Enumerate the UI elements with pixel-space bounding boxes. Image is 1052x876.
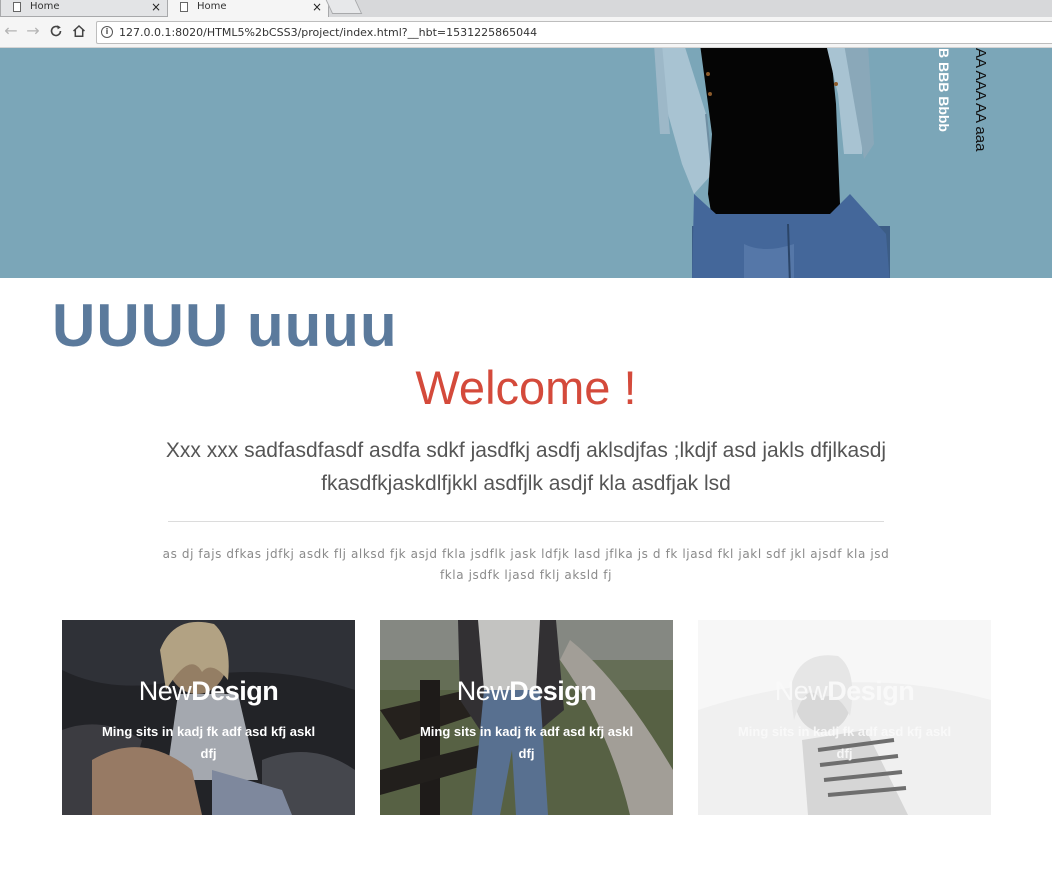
browser-toolbar: ← → i 127.0.0.1:8020/HTML5%2bCSS3/projec… (0, 17, 1052, 48)
card-photo-2 (380, 620, 673, 815)
lead-paragraph: Xxx xxx sadfasdfasdf asdfa sdkf jasdfkj … (165, 439, 887, 495)
card-photo-1 (62, 620, 355, 815)
card-title: NewDesign (62, 674, 355, 708)
new-tab-button[interactable] (325, 0, 363, 14)
tab-title: Home (197, 1, 227, 12)
welcome-text: Welcome ! (415, 361, 637, 414)
card-title-bold: Design (509, 676, 597, 706)
address-bar[interactable]: i 127.0.0.1:8020/HTML5%2bCSS3/project/in… (96, 21, 1052, 44)
card-photo-3 (698, 620, 991, 815)
hero-banner: B BBB Bbbb AA AAA AA aaa (0, 48, 1052, 278)
card-description: Ming sits in kadj fk adf asd kfj askl df… (101, 724, 316, 761)
back-arrow-icon[interactable]: ← (0, 20, 22, 42)
reload-icon[interactable] (45, 20, 67, 42)
card-title-light: New (138, 676, 192, 706)
big-title: UUUU uuuu (52, 292, 398, 359)
close-icon[interactable]: × (151, 0, 161, 14)
card-description: Ming sits in kadj fk adf asd kfj askl df… (737, 724, 952, 761)
model-photo (654, 48, 890, 278)
design-card-1[interactable]: NewDesign Ming sits in kadj fk adf asd k… (62, 620, 355, 815)
forward-arrow-icon[interactable]: → (22, 20, 44, 42)
vertical-text-bold: B BBB Bbbb (936, 48, 952, 132)
card-title: NewDesign (380, 674, 673, 708)
card-title: NewDesign (698, 674, 991, 708)
info-icon[interactable]: i (101, 26, 113, 38)
page-icon (13, 2, 21, 12)
vertical-text-light: AA AAA AA aaa (972, 48, 989, 152)
design-card-2[interactable]: NewDesign Ming sits in kadj fk adf asd k… (380, 620, 673, 815)
card-title-light: New (456, 676, 510, 706)
url-text: 127.0.0.1:8020/HTML5%2bCSS3/project/inde… (119, 26, 538, 39)
card-description: Ming sits in kadj fk adf asd kfj askl df… (419, 724, 634, 761)
close-icon[interactable]: × (312, 0, 322, 14)
tab-home-2[interactable]: Home × (167, 0, 329, 17)
home-icon[interactable] (68, 20, 90, 42)
small-paragraph: as dj fajs dfkas jdfkj asdk flj alksd fj… (162, 547, 890, 582)
divider (168, 521, 884, 522)
welcome-heading: Welcome ! (0, 358, 1052, 418)
tab-home-1[interactable]: Home × (0, 0, 168, 17)
page-icon (180, 2, 188, 12)
card-title-bold: Design (827, 676, 915, 706)
tab-title: Home (30, 1, 60, 12)
tab-strip: Home × Home × (0, 0, 1052, 17)
card-title-light: New (774, 676, 828, 706)
design-card-3[interactable]: NewDesign Ming sits in kadj fk adf asd k… (698, 620, 991, 815)
card-title-bold: Design (191, 676, 279, 706)
